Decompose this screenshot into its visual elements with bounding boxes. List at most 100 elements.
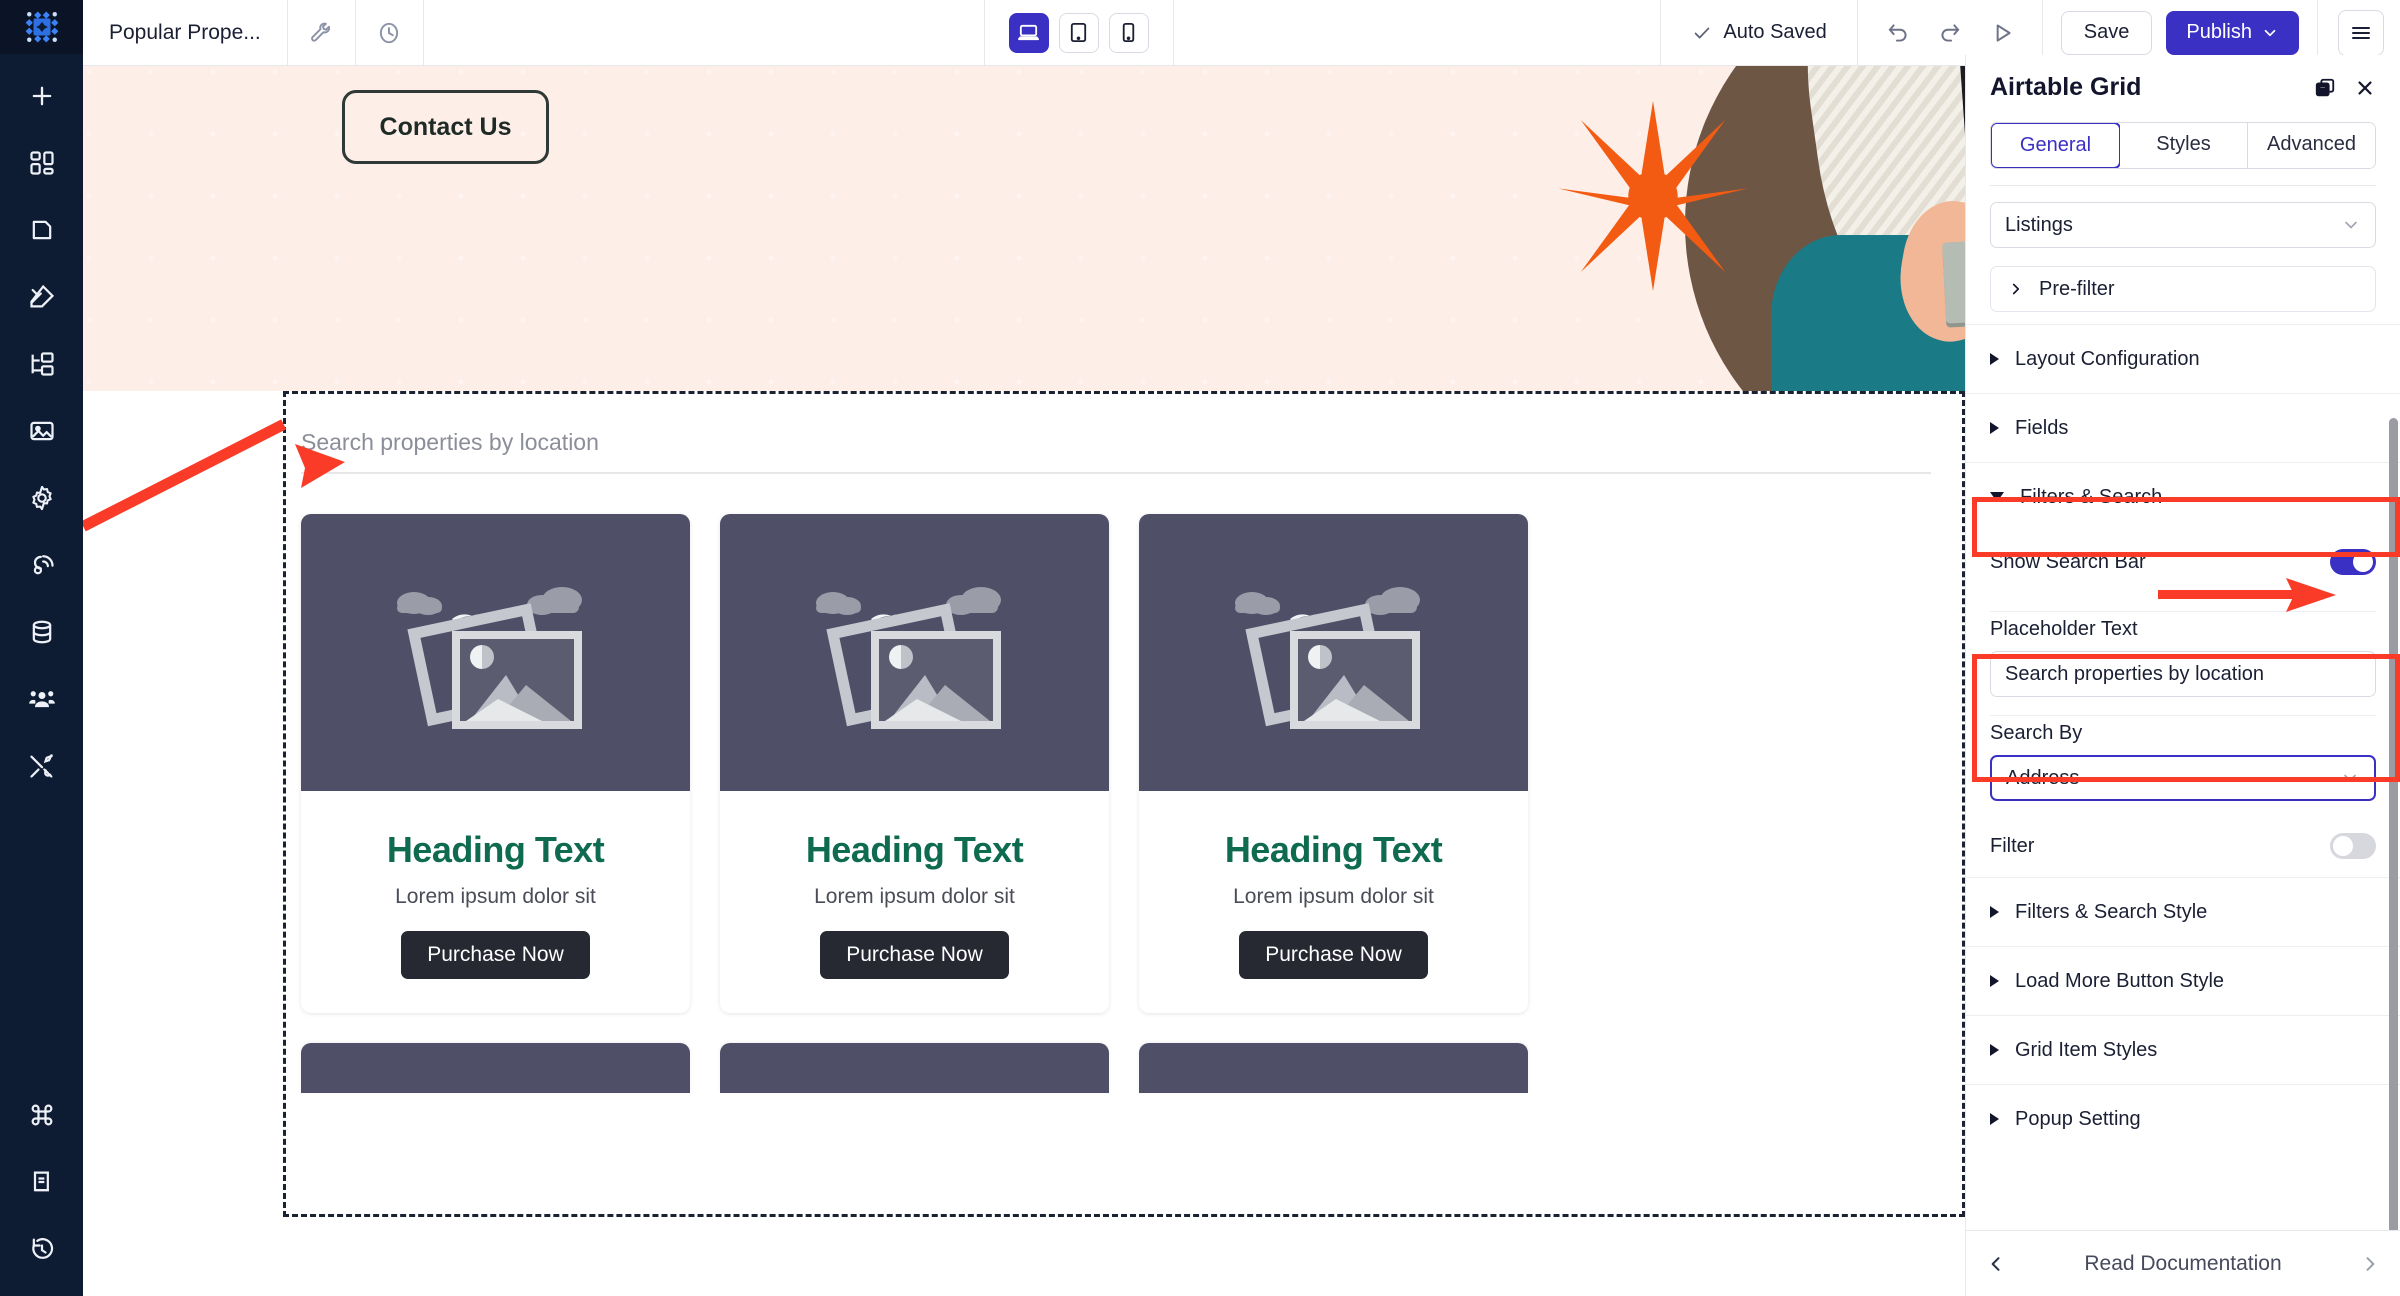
placeholder-text-label: Placeholder Text bbox=[1990, 618, 2138, 640]
grid-card[interactable] bbox=[720, 1043, 1109, 1093]
triangle-right-icon bbox=[1990, 422, 1999, 434]
tab-styles[interactable]: Styles bbox=[2120, 123, 2248, 168]
purchase-now-button[interactable]: Purchase Now bbox=[1239, 931, 1428, 979]
search-input-wrapper[interactable] bbox=[301, 429, 1931, 474]
clock-icon[interactable] bbox=[356, 0, 424, 66]
publish-button[interactable]: Publish bbox=[2166, 10, 2299, 55]
blocks-icon[interactable] bbox=[0, 129, 83, 196]
filter-label: Filter bbox=[1990, 834, 2035, 857]
section-popup-setting[interactable]: Popup Setting bbox=[1966, 1084, 2400, 1153]
left-rail bbox=[0, 0, 83, 1296]
grid-card[interactable]: Heading Text Lorem ipsum dolor sit Purch… bbox=[1139, 514, 1528, 1013]
device-mobile-button[interactable] bbox=[1108, 12, 1149, 53]
design-icon[interactable] bbox=[0, 263, 83, 330]
page-icon[interactable] bbox=[0, 196, 83, 263]
history-icon[interactable] bbox=[0, 1215, 83, 1282]
device-tablet-button[interactable] bbox=[1058, 12, 1099, 53]
section-grid-item-styles[interactable]: Grid Item Styles bbox=[1966, 1015, 2400, 1084]
toggle-knob bbox=[2353, 552, 2373, 572]
preview-play-icon[interactable] bbox=[1976, 7, 2028, 59]
hamburger-icon[interactable] bbox=[2338, 9, 2384, 56]
close-icon[interactable] bbox=[2354, 77, 2376, 99]
shortcuts-icon[interactable] bbox=[0, 1081, 83, 1148]
redo-icon[interactable] bbox=[1924, 7, 1976, 59]
publish-label: Publish bbox=[2186, 21, 2252, 43]
section-fields[interactable]: Fields bbox=[1966, 393, 2400, 462]
panel-scrollbar[interactable] bbox=[2389, 418, 2398, 1230]
panel-scroll-area[interactable]: Listings Pre-filter Layout Configuration… bbox=[1966, 186, 2400, 1230]
section-filters-and-search[interactable]: Filters & Search bbox=[1966, 462, 2400, 531]
grid-card[interactable] bbox=[301, 1043, 690, 1093]
triangle-down-icon bbox=[1990, 492, 2004, 502]
section-filters-and-search-style[interactable]: Filters & Search Style bbox=[1966, 877, 2400, 946]
panel-header: Airtable Grid General Styles Advanced bbox=[1966, 55, 2400, 186]
collaborators-icon[interactable] bbox=[0, 665, 83, 732]
card-subtitle: Lorem ipsum dolor sit bbox=[1233, 885, 1434, 908]
toggle-knob bbox=[2333, 836, 2353, 856]
rail-icon-group bbox=[0, 62, 83, 799]
show-search-bar-label: Show Search Bar bbox=[1990, 550, 2146, 573]
grid-card[interactable]: Heading Text Lorem ipsum dolor sit Purch… bbox=[301, 514, 690, 1013]
show-search-bar-toggle[interactable] bbox=[2330, 549, 2376, 575]
grid-card[interactable] bbox=[1139, 1043, 1528, 1093]
tab-general[interactable]: General bbox=[1991, 123, 2121, 168]
airtable-logo[interactable] bbox=[0, 0, 83, 54]
section-label: Load More Button Style bbox=[2015, 969, 2225, 992]
section-label: Fields bbox=[2015, 416, 2069, 439]
card-body: Heading Text Lorem ipsum dolor sit Purch… bbox=[1139, 791, 1528, 1013]
placeholder-text-input[interactable] bbox=[1990, 651, 2376, 697]
panel-footer: Read Documentation bbox=[1966, 1230, 2400, 1296]
panel-title: Airtable Grid bbox=[1990, 73, 2142, 101]
section-layout-configuration[interactable]: Layout Configuration bbox=[1966, 324, 2400, 393]
grid-cards-row-next bbox=[83, 1013, 1965, 1093]
undo-icon[interactable] bbox=[1872, 7, 1924, 59]
triangle-right-icon bbox=[1990, 353, 1999, 365]
settings-panel: Airtable Grid General Styles Advanced Li… bbox=[1965, 55, 2400, 1296]
panel-header-icons bbox=[2314, 77, 2376, 99]
search-by-select[interactable]: Address bbox=[1990, 755, 2376, 801]
grid-cards-row: Heading Text Lorem ipsum dolor sit Purch… bbox=[83, 474, 1965, 1013]
search-input[interactable] bbox=[301, 429, 1931, 456]
purchase-now-button[interactable]: Purchase Now bbox=[820, 931, 1009, 979]
triangle-right-icon bbox=[1990, 906, 1999, 918]
table-select-wrapper: Listings bbox=[1966, 186, 2400, 266]
read-documentation-label[interactable]: Read Documentation bbox=[2006, 1252, 2360, 1276]
tab-advanced[interactable]: Advanced bbox=[2248, 123, 2375, 168]
chevron-left-icon[interactable] bbox=[1986, 1254, 2006, 1274]
check-icon bbox=[1695, 27, 1710, 38]
triangle-right-icon bbox=[1990, 975, 1999, 987]
project-title[interactable]: Popular Prope... bbox=[83, 0, 288, 66]
contact-us-button[interactable]: Contact Us bbox=[342, 90, 549, 164]
card-image-placeholder bbox=[720, 514, 1109, 791]
device-desktop-button[interactable] bbox=[1008, 12, 1049, 53]
tools-icon[interactable] bbox=[0, 732, 83, 799]
hero-section: Contact Us bbox=[83, 66, 1965, 391]
grid-widget-zone: Heading Text Lorem ipsum dolor sit Purch… bbox=[83, 391, 1965, 1217]
popout-icon[interactable] bbox=[2314, 77, 2336, 99]
card-title: Heading Text bbox=[1224, 829, 1443, 870]
docs-icon[interactable] bbox=[0, 1148, 83, 1215]
toolbar-spacer bbox=[424, 0, 985, 66]
chevron-right-icon[interactable] bbox=[2360, 1254, 2380, 1274]
layers-icon[interactable] bbox=[0, 330, 83, 397]
save-button[interactable]: Save bbox=[2060, 10, 2153, 55]
card-title: Heading Text bbox=[805, 829, 1024, 870]
prefilter-section[interactable]: Pre-filter bbox=[1990, 266, 2376, 312]
database-icon[interactable] bbox=[0, 598, 83, 665]
triangle-right-icon bbox=[1990, 1044, 1999, 1056]
card-title: Heading Text bbox=[386, 829, 605, 870]
card-subtitle: Lorem ipsum dolor sit bbox=[814, 885, 1015, 908]
media-icon[interactable] bbox=[0, 397, 83, 464]
integrations-icon[interactable] bbox=[0, 531, 83, 598]
wrench-icon[interactable] bbox=[288, 0, 356, 66]
card-image-placeholder bbox=[1139, 514, 1528, 791]
table-select[interactable]: Listings bbox=[1990, 202, 2376, 248]
card-image-placeholder bbox=[301, 514, 690, 791]
panel-tabs: General Styles Advanced bbox=[1990, 122, 2376, 169]
grid-card[interactable]: Heading Text Lorem ipsum dolor sit Purch… bbox=[720, 514, 1109, 1013]
section-load-more-button-style[interactable]: Load More Button Style bbox=[1966, 946, 2400, 1015]
filter-toggle[interactable] bbox=[2330, 833, 2376, 859]
add-icon[interactable] bbox=[0, 62, 83, 129]
settings-icon[interactable] bbox=[0, 464, 83, 531]
purchase-now-button[interactable]: Purchase Now bbox=[401, 931, 590, 979]
